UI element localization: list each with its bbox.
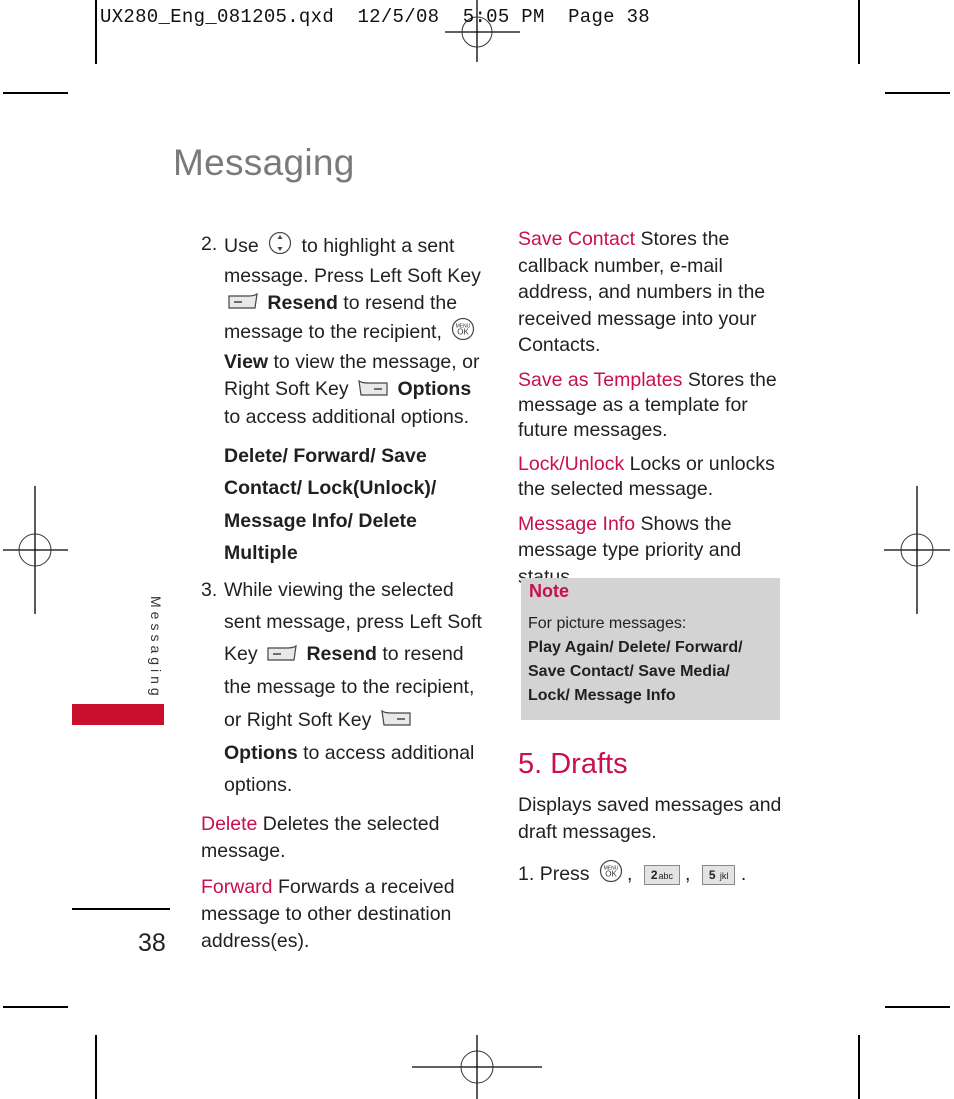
definition-term: Forward <box>201 876 273 899</box>
key-2-icon: 2abc <box>643 865 681 885</box>
menu-ok-key-icon: MENU OK <box>599 859 623 891</box>
definition-lock-unlock: Lock/Unlock Locks or unlocks the selecte… <box>518 452 803 502</box>
crop-mark-top-left-h <box>3 92 68 94</box>
definition-term: Lock/Unlock <box>518 452 625 475</box>
left-soft-key-icon <box>267 639 297 671</box>
registration-mark-bottom <box>412 1035 542 1099</box>
drafts-step-1: 1. Press MENU OK , 2abc, 5 jkl . <box>518 859 818 891</box>
step-number: 2. <box>201 233 218 255</box>
side-tab-label: Messaging <box>148 596 164 700</box>
left-column: 2. Use to highlight a sent message. Pres… <box>201 231 491 964</box>
definition-save-as-templates: Save as Templates Stores the message as … <box>518 368 803 443</box>
crop-mark-bottom-left-v <box>95 1035 97 1099</box>
registration-mark-left <box>3 486 68 614</box>
svg-text:OK: OK <box>458 328 470 337</box>
definition-term: Save Contact <box>518 228 636 250</box>
right-column: Save Contact Stores the callback number,… <box>518 226 803 599</box>
navigation-key-icon <box>268 231 292 263</box>
footer-rule <box>72 908 170 910</box>
menu-ok-key-icon: MENU OK <box>451 317 475 349</box>
crop-mark-top-right-v <box>858 0 860 64</box>
right-soft-key-icon <box>381 704 411 736</box>
page-number: 38 <box>138 929 166 957</box>
registration-mark-right <box>884 486 950 614</box>
step-number: 1. <box>518 863 535 886</box>
drafts-heading: 5. Drafts <box>518 748 628 780</box>
options-list: Delete/ Forward/ Save Contact/ Lock(Unlo… <box>224 444 437 565</box>
definition-delete: Delete Deletes the selected message. <box>201 811 491 865</box>
key-5-icon: 5 jkl <box>701 865 736 885</box>
note-intro: For picture messages: <box>528 615 687 632</box>
left-soft-key-icon <box>228 290 258 317</box>
crop-mark-top-right-h <box>885 92 950 94</box>
note-title: Note <box>529 581 569 601</box>
svg-text:OK: OK <box>605 870 617 879</box>
crop-mark-bottom-right-v <box>858 1035 860 1099</box>
definition-term: Save as Templates <box>518 368 683 391</box>
crop-mark-top-left-v <box>95 0 97 64</box>
note-box: Note For picture messages: Play Again/ D… <box>521 578 780 720</box>
note-options: Play Again/ Delete/ Forward/ Save Contac… <box>528 639 743 704</box>
print-slug: UX280_Eng_081205.qxd 12/5/08 5:05 PM Pag… <box>100 6 650 28</box>
definition-term: Message Info <box>518 512 636 535</box>
step-2: 2. Use to highlight a sent message. Pres… <box>201 231 481 428</box>
definition-forward: Forward Forwards a received message to o… <box>201 874 491 955</box>
crop-mark-bottom-left-h <box>3 1006 68 1008</box>
definition-term: Delete <box>201 813 258 836</box>
crop-mark-bottom-right-h <box>885 1006 950 1008</box>
drafts-description: Displays saved messages and draft messag… <box>518 794 782 843</box>
side-tab-bar <box>72 704 164 725</box>
right-soft-key-icon <box>358 377 388 404</box>
definition-save-contact: Save Contact Stores the callback number,… <box>518 226 803 359</box>
step-number: 3. <box>201 578 218 601</box>
note-body: For picture messages: Play Again/ Delete… <box>528 612 768 708</box>
page-title: Messaging <box>173 142 355 183</box>
step-3: 3. While viewing the selected sent messa… <box>201 574 491 801</box>
